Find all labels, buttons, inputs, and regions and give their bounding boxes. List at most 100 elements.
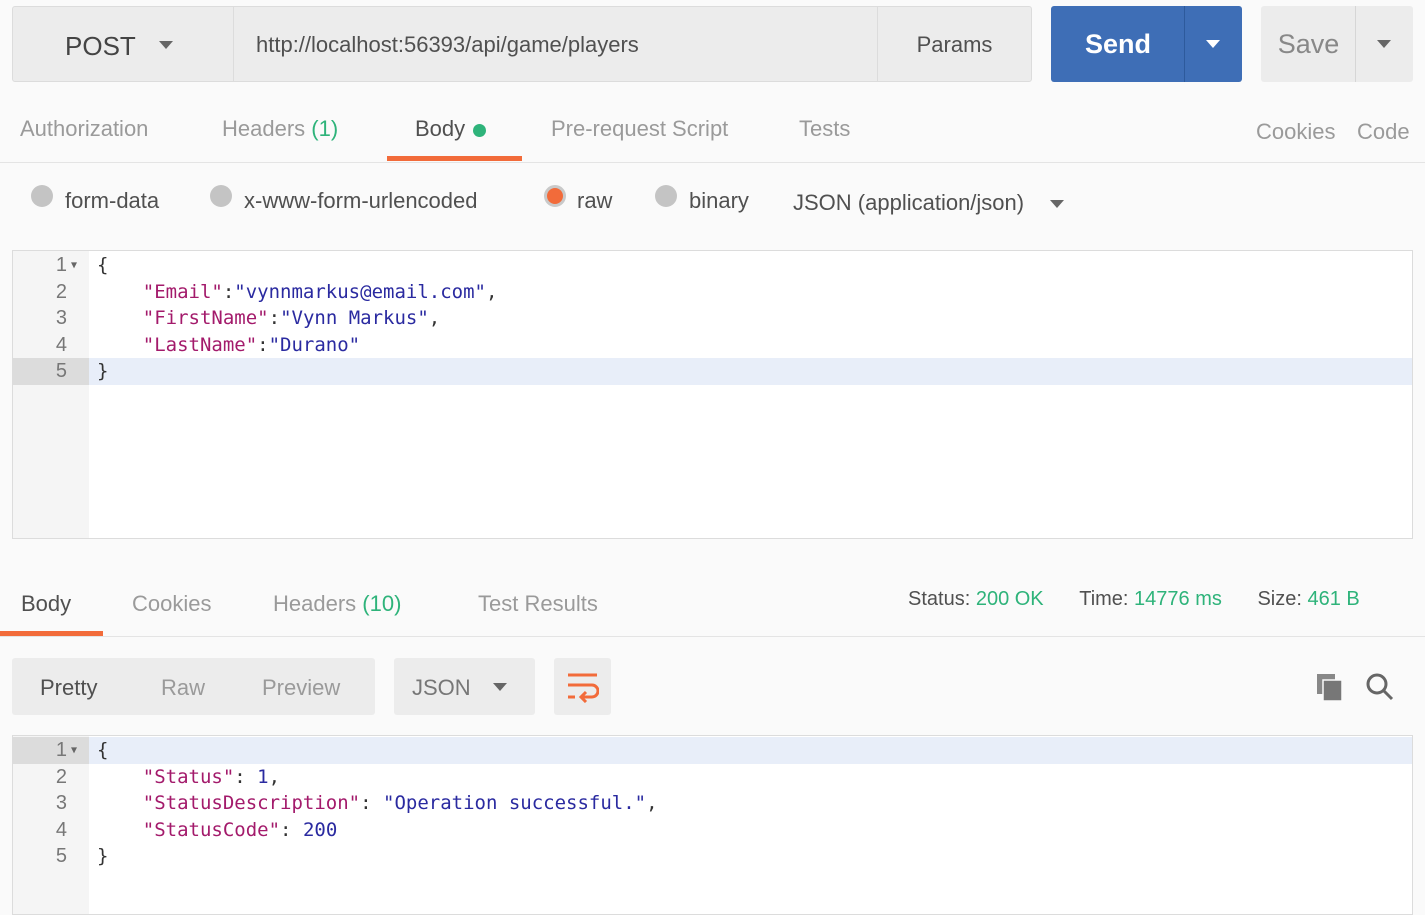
code-text: "Status": 1, (97, 764, 280, 791)
code-token: "FirstName" (142, 307, 269, 330)
code-token: "vynnmarkus@email.com" (234, 280, 486, 303)
response-body-viewer[interactable]: 1 ▼ {2 "Status": 1, 3 "StatusDescription": … (12, 735, 1413, 915)
tab-headers[interactable]: Headers (1) (222, 116, 338, 142)
tab-tests[interactable]: Tests (799, 116, 850, 142)
wrap-icon (568, 673, 599, 703)
code-text: "StatusCode": 200 (97, 817, 338, 844)
fold-toggle-icon[interactable]: ▼ (71, 737, 77, 764)
tab-label: Headers (222, 116, 306, 141)
url-text: http://localhost:56393/api/game/players (256, 32, 639, 57)
code-link[interactable]: Code (1357, 119, 1410, 145)
code-token: "StatusDescription" (142, 792, 361, 815)
radio-form-data[interactable] (31, 185, 53, 207)
save-options-button[interactable] (1355, 6, 1413, 82)
code-token: 1 (257, 765, 269, 788)
line-number: 3 (55, 792, 67, 815)
tab-body[interactable]: Body (415, 116, 487, 142)
code-line: 5} (13, 843, 1412, 870)
code-token: : (280, 818, 303, 841)
search-icon[interactable] (1365, 672, 1395, 702)
size-label: Size: (1257, 588, 1302, 610)
code-token: { (97, 254, 109, 276)
binary-label[interactable]: binary (689, 188, 749, 214)
tabs-divider (0, 636, 1425, 637)
response-tab-body[interactable]: Body (21, 591, 71, 617)
code-line: 2 "Email":"vynnmarkus@email.com", (13, 279, 1412, 306)
view-mode-group: Pretty Raw Preview (12, 658, 375, 715)
line-number: 4 (55, 818, 67, 841)
raw-label[interactable]: raw (577, 188, 612, 214)
line-number: 1 (55, 254, 67, 276)
code-token: "Email" (142, 280, 223, 303)
response-meta: Status: 200 OK Time: 14776 ms Size: 461 … (908, 588, 1360, 611)
cookies-link[interactable]: Cookies (1256, 119, 1335, 145)
chevron-down-icon (1377, 40, 1391, 48)
code-text: "Email":"vynnmarkus@email.com", (97, 279, 498, 306)
urlencoded-label[interactable]: x-www-form-urlencoded (244, 188, 478, 214)
headers-count: (10) (362, 591, 402, 616)
save-label: Save (1277, 29, 1340, 59)
code-line: 3 "StatusDescription": "Operation succes… (13, 790, 1412, 817)
active-tab-indicator (0, 631, 103, 636)
body-modified-dot-icon (473, 123, 487, 137)
form-data-label[interactable]: form-data (65, 188, 159, 214)
request-body-editor[interactable]: 1 ▼{2 "Email":"vynnmarkus@email.com", 3 "F… (12, 250, 1413, 539)
wrap-lines-button[interactable] (554, 658, 611, 715)
line-number: 2 (55, 280, 67, 303)
response-tab-headers[interactable]: Headers (10) (273, 591, 401, 617)
line-number: 5 (55, 845, 67, 868)
code-token: { (97, 739, 109, 761)
tab-label: Body (415, 116, 466, 141)
url-input[interactable]: http://localhost:56393/api/game/players (233, 6, 878, 82)
headers-count: (1) (311, 116, 339, 141)
code-token: : (268, 307, 281, 330)
time-value: 14776 ms (1134, 588, 1222, 610)
chevron-down-icon (159, 41, 173, 49)
code-line: 4 "LastName":"Durano" (13, 332, 1412, 359)
code-line: 2 "Status": 1, (13, 764, 1412, 791)
params-label: Params (916, 32, 993, 57)
status-label: Status: (908, 588, 971, 610)
view-raw[interactable]: Raw (161, 675, 205, 701)
save-button[interactable]: Save (1261, 6, 1356, 82)
send-button[interactable]: Send (1051, 6, 1185, 82)
view-preview[interactable]: Preview (262, 675, 340, 701)
code-text: { (97, 737, 108, 764)
response-tab-test-results[interactable]: Test Results (478, 591, 598, 617)
code-token: "Vynn Markus" (280, 307, 429, 330)
copy-icon[interactable] (1315, 672, 1345, 702)
code-token: "Status" (142, 765, 235, 788)
code-token: : (360, 792, 383, 815)
radio-urlencoded[interactable] (210, 185, 232, 207)
tab-authorization[interactable]: Authorization (20, 116, 148, 142)
time-label: Time: (1079, 588, 1129, 610)
code-token: , (646, 792, 658, 815)
code-token: : (234, 765, 258, 788)
chevron-down-icon (493, 683, 507, 691)
view-pretty[interactable]: Pretty (40, 675, 97, 701)
tab-pre-request-script[interactable]: Pre-request Script (551, 116, 728, 142)
send-label: Send (1084, 29, 1151, 59)
send-options-button[interactable] (1184, 6, 1242, 82)
line-number: 4 (55, 333, 67, 356)
content-type-select[interactable]: JSON (application/json) (793, 190, 1065, 216)
method-select[interactable]: POST (12, 6, 234, 82)
line-number: 5 (13, 358, 89, 386)
code-text: { (97, 252, 108, 279)
params-button[interactable]: Params (877, 6, 1032, 82)
format-select[interactable]: JSON (394, 658, 535, 715)
line-number: 2 (55, 765, 67, 788)
code-text: "FirstName":"Vynn Markus", (97, 305, 440, 332)
fold-toggle-icon[interactable]: ▼ (71, 252, 77, 279)
chevron-down-icon (1206, 40, 1220, 48)
radio-binary[interactable] (655, 185, 677, 207)
tab-label: Headers (273, 591, 357, 616)
response-tab-cookies[interactable]: Cookies (132, 591, 211, 617)
code-token: "Durano" (268, 333, 361, 356)
radio-raw[interactable] (544, 185, 566, 207)
code-text: } (97, 843, 108, 870)
